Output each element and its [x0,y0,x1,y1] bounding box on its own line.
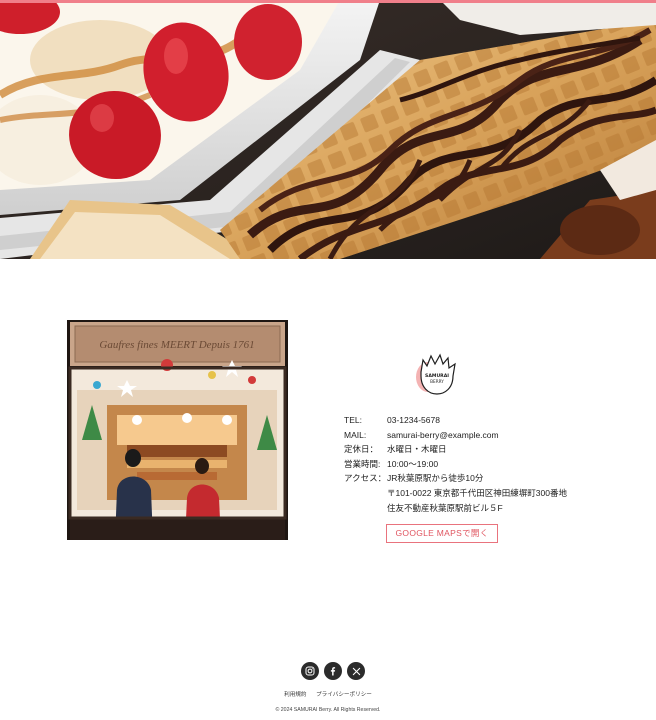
footer-links: 利用規約 プライバシーポリシー [0,690,656,698]
shop-sign-text: Gaufres fines MEERT Depuis 1761 [99,339,254,351]
address-value: 〒101-0022 東京都千代田区神田練塀町300番地 [387,487,567,498]
access-value: JR秋葉原駅から徒歩10分 [387,473,484,484]
building-value: 住友不動産秋葉原駅前ビル５F [387,502,503,513]
logo-text-berry: BERRY [430,379,444,384]
info-row-hours: 営業時間: 10:00〜19:00 [344,457,567,472]
info-row-building: 住友不動産秋葉原駅前ビル５F [344,501,567,516]
info-label: 定休日： [344,444,379,455]
mail-value: samurai-berry@example.com [387,429,499,440]
hours-value: 10:00〜19:00 [387,458,439,469]
instagram-icon[interactable] [301,662,319,680]
samurai-berry-logo: SAMURAI BERRY [413,352,459,398]
info-label: 営業時間: [344,458,381,469]
info-row-tel: TEL: 03-1234-5678 [344,413,567,428]
tel-value: 03-1234-5678 [387,415,440,425]
info-label: MAIL: [344,429,367,440]
closed-days-value: 水曜日・木曜日 [387,444,447,455]
storefront-illustration: Gaufres fines MEERT Depuis 1761 [67,320,288,540]
info-label [344,501,387,516]
terms-link[interactable]: 利用規約 [284,692,306,698]
info-row-closed-days: 定休日： 水曜日・木曜日 [344,442,567,457]
top-accent-line [0,0,656,3]
social-links [301,662,365,680]
shop-info-list: TEL: 03-1234-5678 MAIL: samurai-berry@ex… [344,413,567,515]
x-icon[interactable] [347,662,365,680]
facebook-icon[interactable] [324,662,342,680]
info-label: TEL: [344,415,362,425]
hero-image [0,0,656,259]
info-label [344,486,387,501]
privacy-policy-link[interactable]: プライバシーポリシー [316,692,372,698]
waffle-photo [0,0,656,259]
shop-storefront-photo: Gaufres fines MEERT Depuis 1761 [67,320,288,540]
info-row-address: 〒101-0022 東京都千代田区神田練塀町300番地 [344,486,567,501]
google-maps-button[interactable]: GOOGLE MAPSで開く [386,524,498,543]
copyright-text: © 2024 SAMURAI Berry. All Rights Reserve… [275,707,381,713]
info-row-access: アクセス： JR秋葉原駅から徒歩10分 [344,471,567,486]
info-row-mail: MAIL: samurai-berry@example.com [344,428,567,443]
info-label: アクセス： [344,473,387,484]
